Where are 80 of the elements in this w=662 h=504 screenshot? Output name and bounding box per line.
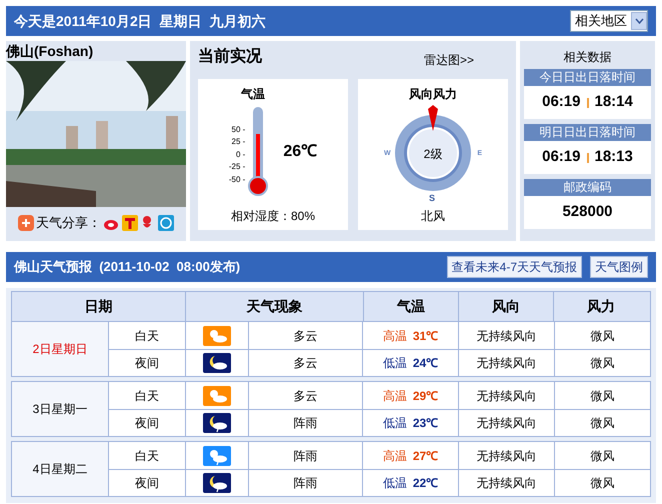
dropdown-icon <box>631 12 647 30</box>
period-cell: 白天 <box>109 382 186 409</box>
compass-south: S <box>429 193 436 204</box>
wind-direction-cell: 无持续风向 <box>459 410 555 436</box>
period-cell: 白天 <box>109 442 186 469</box>
wind-force-cell-text: 微风 <box>590 328 616 344</box>
sun-cloud-icon <box>203 386 231 406</box>
temp-value: 29℃ <box>412 388 438 404</box>
temp-label: 高温 <box>382 388 407 404</box>
block-heading: 今日日出日落时间 <box>524 69 651 86</box>
current-title: 当前实况 <box>198 46 262 67</box>
related-title: 相关数据 <box>564 49 612 66</box>
sunrise-time: 06:19 <box>542 147 580 168</box>
weather-cell: 阵雨 <box>249 442 363 469</box>
wind-force-cell-text: 微风 <box>590 475 616 492</box>
sun-cloud-icon <box>203 326 231 346</box>
wind-direction: 北风 <box>421 208 445 225</box>
temp-label: 低温 <box>382 475 407 492</box>
period-cell: 夜间 <box>109 350 186 376</box>
temp-value: 27℃ <box>412 448 438 464</box>
region-select[interactable]: 相关地区 <box>570 10 648 32</box>
column-header: 日期 <box>84 297 114 316</box>
t-logo-icon[interactable] <box>122 214 138 231</box>
wind-direction-cell: 无持续风向 <box>459 350 555 376</box>
wind-label: 风向风力 <box>409 86 457 103</box>
period-cell: 白天 <box>109 322 186 349</box>
wind-force-cell-text: 微风 <box>590 415 616 432</box>
postal-code: 528000 <box>562 202 613 222</box>
scale-tick: 0 - <box>236 148 246 161</box>
temp-value: 31℃ <box>412 328 438 344</box>
block-heading: 邮政编码 <box>524 179 651 196</box>
temp-value: 22℃ <box>412 475 438 492</box>
weather-cell: 阵雨 <box>249 470 363 496</box>
wind-direction-cell: 无持续风向 <box>459 470 555 496</box>
moon-cloud-icon <box>203 353 231 373</box>
sunset-time: 18:13 <box>594 147 633 168</box>
wind-force-cell-text: 微风 <box>590 448 616 464</box>
period-cell: 夜间 <box>109 470 186 496</box>
moon-cloud-icon <box>203 413 231 433</box>
temp-value: 24℃ <box>412 355 438 372</box>
forecast-button[interactable]: 查看未来4-7天天气预报 <box>446 256 582 278</box>
scale-tick: 25 - <box>232 136 246 148</box>
weather-cell: 多云 <box>249 322 363 349</box>
wind-force-cell-text: 微风 <box>590 355 616 372</box>
city-name: 佛山(Foshan) <box>6 42 94 61</box>
scale-tick: 50 - <box>232 124 246 136</box>
temperature-value: 26℃ <box>283 142 318 162</box>
share-label: 天气分享： <box>36 214 101 232</box>
date-title: 今天是2011年10月2日 星期日 九月初六 <box>14 12 266 30</box>
temperature-label: 气温 <box>241 86 265 103</box>
temp-label: 高温 <box>382 328 407 344</box>
temp-label: 低温 <box>382 415 407 432</box>
weather-cell: 多云 <box>249 382 363 409</box>
temp-label: 高温 <box>382 448 407 464</box>
weather-cell: 多云 <box>249 350 363 376</box>
wind-direction-cell: 无持续风向 <box>459 322 555 349</box>
wind-direction-cell: 无持续风向 <box>459 382 555 409</box>
sunrise-time: 06:19 <box>542 92 580 112</box>
radar-link[interactable]: 雷达图>> <box>424 51 474 69</box>
humidity-label: 相对湿度： <box>230 209 291 223</box>
wind-force-cell-text: 微风 <box>590 388 616 404</box>
wind-direction-cell: 无持续风向 <box>459 442 555 469</box>
scale-tick: -50 - <box>228 174 246 186</box>
wind-force: 2级 <box>422 146 444 163</box>
forecast-title: 佛山天气预报 (2011-10-02 08:00发布) <box>14 258 240 276</box>
humidity-value: 80% <box>290 209 316 223</box>
period-cell: 夜间 <box>109 410 186 436</box>
temp-label: 低温 <box>382 355 407 372</box>
scale-tick: -25 - <box>228 161 246 174</box>
date-cell: 2日星期日 <box>12 322 108 376</box>
date-cell: 4日星期二 <box>12 442 108 496</box>
sun-cloud-rain-icon <box>203 446 231 466</box>
forecast-button[interactable]: 天气图例 <box>590 256 648 278</box>
temp-value: 23℃ <box>412 415 438 432</box>
block-heading: 明日日出日落时间 <box>524 124 651 141</box>
moon-cloud-icon <box>203 473 231 493</box>
add-icon[interactable] <box>18 214 34 231</box>
sunset-time: 18:14 <box>594 92 633 112</box>
date-cell: 3日星期一 <box>12 382 108 436</box>
weather-cell: 阵雨 <box>249 410 363 436</box>
